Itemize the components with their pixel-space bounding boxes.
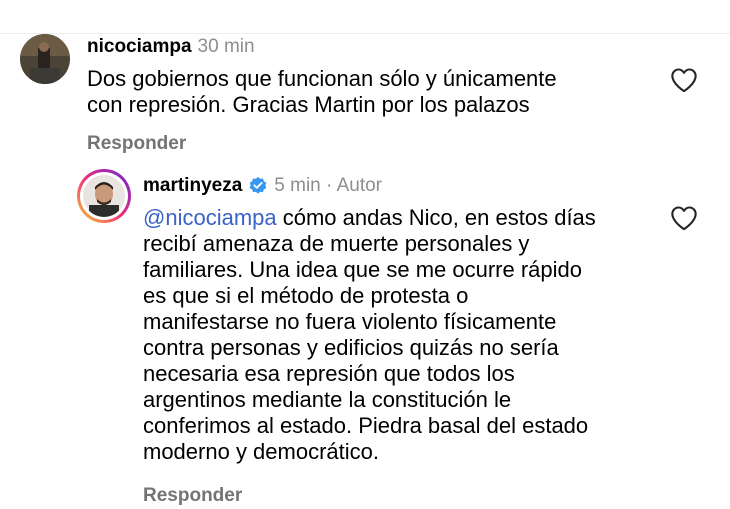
heart-outline-icon[interactable] bbox=[670, 67, 698, 93]
reply-line: necesaria esa represión que todos los bbox=[143, 361, 515, 386]
comment-line: con represión. Gracias Martin por los pa… bbox=[87, 92, 530, 117]
reply-line: moderno y democrático. bbox=[143, 439, 379, 464]
comment-line: Dos gobiernos que funcionan sólo y única… bbox=[87, 66, 557, 91]
reply-first-line: @nicociampa cómo andas Nico, en estos dí… bbox=[143, 205, 596, 231]
mention-link[interactable]: @nicociampa bbox=[143, 205, 277, 230]
verified-badge-icon bbox=[248, 176, 268, 196]
reply-username[interactable]: martinyeza bbox=[143, 175, 242, 197]
reply-time-author: 5 min · Autor bbox=[274, 175, 382, 196]
reply-line: recibí amenaza de muerte personales y bbox=[143, 231, 530, 256]
reply-line: familiares. Una idea que se me ocurre rá… bbox=[143, 257, 583, 282]
reply-line: cómo andas Nico, en estos días bbox=[276, 205, 596, 230]
avatar-nicociampa[interactable] bbox=[20, 34, 70, 84]
reply-text: @nicociampa cómo andas Nico, en estos dí… bbox=[143, 205, 596, 465]
reply-reply-button[interactable]: Responder bbox=[143, 485, 242, 507]
reply-line: contra personas y edificios quizás no se… bbox=[143, 335, 559, 360]
avatar-martinyeza[interactable] bbox=[77, 169, 131, 223]
comment-username[interactable]: nicociampa bbox=[87, 36, 192, 58]
comment-text: Dos gobiernos que funcionan sólo y única… bbox=[87, 66, 557, 118]
comment-header: nicociampa 30 min bbox=[87, 36, 255, 58]
reply-line: manifestarse no fuera violento físicamen… bbox=[143, 309, 557, 334]
comment-time: 30 min bbox=[197, 36, 255, 57]
heart-outline-icon[interactable] bbox=[670, 205, 698, 231]
reply-line: argentinos mediante la constitución le bbox=[143, 387, 512, 412]
divider bbox=[0, 33, 730, 34]
reply-line: es que si el método de protesta o bbox=[143, 283, 469, 308]
reply-line: conferimos al estado. Piedra basal del e… bbox=[143, 413, 589, 438]
reply-header: martinyeza 5 min · Autor bbox=[143, 175, 382, 197]
comment-reply-button[interactable]: Responder bbox=[87, 133, 186, 155]
